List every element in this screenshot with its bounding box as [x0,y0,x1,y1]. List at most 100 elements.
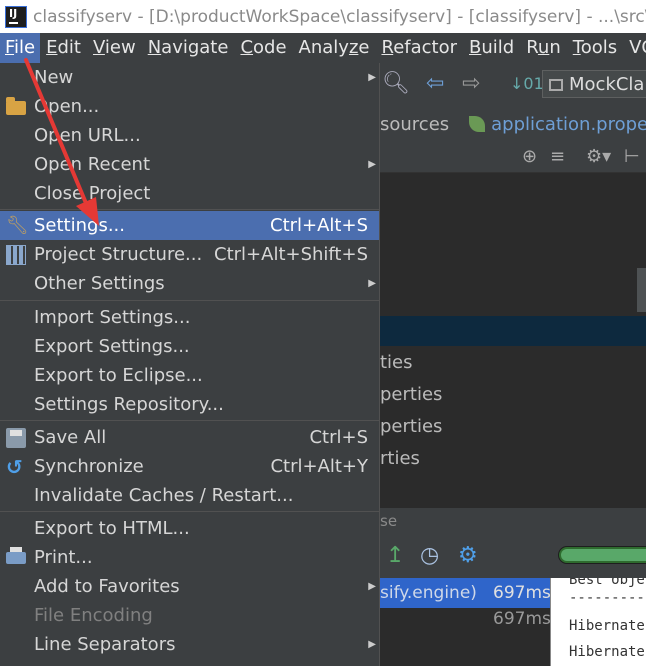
selected-tree-row[interactable] [380,316,646,346]
structure-toolbar: ⊕ ≡ ⚙︎▾ ⊢ [380,142,646,173]
menu-navigate[interactable]: Navigate [142,33,235,63]
folder-icon [6,97,26,115]
window-title: classifyserv - [D:\productWorkSpace\clas… [33,6,646,27]
menu-item-label: Invalidate Caches / Restart... [34,485,294,506]
menu-item-settings[interactable]: 🔧︎ Settings... Ctrl+Alt+S [0,211,379,240]
submenu-arrow-icon: ▶ [368,72,376,83]
wrench-icon: 🔧︎ [6,215,29,236]
file-menu-dropdown: New ▶ Open... Open URL... Open Recent ▶ … [0,63,380,666]
breadcrumb: sources application.proper [380,108,646,142]
menu-item-print[interactable]: Print... [0,543,379,572]
menu-separator [0,209,379,210]
menu-item-label: Open... [34,96,100,117]
tool-window-tab[interactable]: se [380,508,646,534]
menu-item-label: Import Settings... [34,307,191,328]
console-line: Hibernate [569,618,645,634]
menu-item-save-all[interactable]: Save All Ctrl+S [0,423,379,452]
export-icon[interactable]: ↥ [386,544,404,568]
run-toolbar: ↥ ◷ ⚙︎ [380,534,646,578]
history-icon[interactable]: ◷ [420,544,439,568]
menu-item-label: Save All [34,427,107,448]
menu-build[interactable]: Build [463,33,520,63]
menu-item-settings-repository[interactable]: Settings Repository... [0,390,379,419]
menu-view[interactable]: View [87,33,142,63]
menu-item-label: New [34,67,74,88]
menu-item-export-to-html[interactable]: Export to HTML... [0,514,379,543]
submenu-arrow-icon: ▶ [368,278,376,289]
menu-file[interactable]: File [0,33,41,63]
collapse-icon[interactable]: ≡ [550,142,565,172]
tree-item[interactable]: rties [380,444,646,474]
binary-sort-icon[interactable]: ↓01 [510,71,544,97]
test-result-row[interactable]: 697ms [380,604,551,634]
spring-leaf-icon [469,116,486,132]
menu-item-line-separators[interactable]: Line Separators ▶ [0,630,379,659]
menu-item-shortcut: Ctrl+Alt+Shift+S [214,244,368,265]
breadcrumb-folder[interactable]: sources [380,114,449,135]
sync-icon: ↺ [6,455,23,479]
breadcrumb-file[interactable]: application.proper [491,114,646,135]
menu-item-project-structure[interactable]: Project Structure... Ctrl+Alt+Shift+S [0,240,379,269]
printer-icon [6,547,26,564]
menu-vcs[interactable]: VCS [623,33,646,63]
menu-run[interactable]: Run [520,33,567,63]
console-line: Best obje [569,578,645,588]
menu-item-add-to-favorites[interactable]: Add to Favorites ▶ [0,572,379,601]
menu-refactor[interactable]: Refactor [375,33,463,63]
menu-item-label: Synchronize [34,456,144,477]
menu-item-import-settings[interactable]: Import Settings... [0,303,379,332]
menu-item-export-settings[interactable]: Export Settings... [0,332,379,361]
tree-item[interactable]: ties [380,348,646,378]
intellij-logo-icon: IJ [3,3,29,30]
menu-item-label: Project Structure... [34,244,203,265]
test-duration: 697ms [493,609,551,629]
scrollbar-thumb[interactable] [637,268,646,312]
menu-code[interactable]: Code [234,33,292,63]
menu-item-label: Settings Repository... [34,394,224,415]
menu-item-other-settings[interactable]: Other Settings ▶ [0,269,379,298]
target-icon[interactable]: ⊕ [522,142,537,172]
menu-item-shortcut: Ctrl+S [309,427,368,448]
menu-tools[interactable]: Tools [567,33,623,63]
menu-item-synchronize[interactable]: ↺ Synchronize Ctrl+Alt+Y [0,452,379,481]
project-structure-icon [6,245,26,265]
console-line: Hibernate [569,644,645,660]
run-config-label: MockCla [569,74,645,95]
main-toolbar: 🔍︎ ⇦ ⇨ ↓01 MockCla [380,63,646,109]
tree-item[interactable]: perties [380,412,646,442]
menu-item-invalidate-caches[interactable]: Invalidate Caches / Restart... [0,481,379,510]
window-title-bar: IJ classifyserv - [D:\productWorkSpace\c… [0,0,646,33]
menu-bar: File Edit View Navigate Code Analyze Ref… [0,33,646,63]
forward-arrow-icon[interactable]: ⇨ [462,71,480,97]
menu-item-open-url[interactable]: Open URL... [0,121,379,150]
menu-item-label: Line Separators [34,634,176,655]
menu-item-shortcut: Ctrl+Alt+S [270,215,368,236]
menu-item-label: Export to Eclipse... [34,365,203,386]
menu-item-label: Add to Favorites [34,576,180,597]
menu-item-export-to-eclipse[interactable]: Export to Eclipse... [0,361,379,390]
console-line: --------- [569,590,645,606]
menu-analyze[interactable]: Analyze [293,33,376,63]
run-configuration-select[interactable]: MockCla [542,70,646,98]
menu-item-label: Settings... [34,215,125,236]
search-icon[interactable]: 🔍︎ [382,71,410,97]
console-output[interactable]: Best obje --------- Hibernate Hibernate [550,578,646,666]
tree-item[interactable]: perties [380,380,646,410]
menu-item-label: Open URL... [34,125,141,146]
settings-gear-icon[interactable]: ⚙︎ [458,544,478,568]
menu-item-open-recent[interactable]: Open Recent ▶ [0,150,379,179]
submenu-arrow-icon: ▶ [368,639,376,650]
test-progress-bar [558,546,646,564]
menu-edit[interactable]: Edit [40,33,87,63]
menu-item-label: Other Settings [34,273,165,294]
gear-icon[interactable]: ⚙︎▾ [586,142,611,172]
back-arrow-icon[interactable]: ⇦ [426,71,444,97]
menu-item-label: Export to HTML... [34,518,190,539]
pin-icon[interactable]: ⊢ [624,142,640,172]
menu-item-open[interactable]: Open... [0,92,379,121]
save-icon [6,428,26,448]
menu-item-new[interactable]: New ▶ [0,63,379,92]
menu-item-close-project[interactable]: Close Project [0,179,379,208]
submenu-arrow-icon: ▶ [368,581,376,592]
menu-item-label: Close Project [34,183,151,204]
